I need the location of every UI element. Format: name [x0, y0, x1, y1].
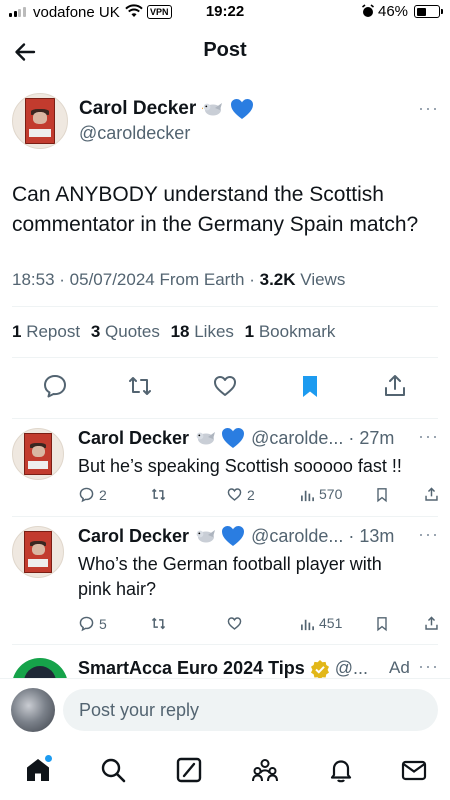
reply-author-name[interactable]: Carol Decker [78, 428, 189, 449]
quotes-stat[interactable]: 3 Quotes [91, 322, 160, 341]
search-icon[interactable] [99, 756, 127, 784]
bookmark-icon[interactable] [296, 372, 324, 400]
blue-heart-icon [222, 428, 245, 448]
status-bar: vodafone UK VPN 19:22 46% [0, 0, 450, 26]
reposts-stat[interactable]: 1 Repost [12, 322, 80, 341]
repost-icon [151, 488, 166, 501]
analytics-icon [301, 619, 314, 630]
battery-icon [414, 5, 443, 18]
separator-dot: · [343, 427, 360, 448]
like-count[interactable] [226, 615, 247, 632]
advertiser-handle[interactable]: @... [335, 658, 368, 678]
dove-emoji-icon [196, 530, 216, 543]
views-label: Views [300, 270, 346, 289]
reply-input[interactable] [63, 689, 438, 731]
dove-emoji-icon [202, 103, 223, 116]
share-icon[interactable] [423, 486, 440, 503]
battery-percent: 46% [378, 3, 409, 20]
avatar[interactable] [12, 526, 64, 578]
reply-icon[interactable] [41, 372, 69, 400]
reply-actions: 5 451 [78, 615, 443, 635]
post-action-bar [0, 372, 450, 402]
bookmark-icon[interactable] [374, 486, 390, 503]
share-icon[interactable] [381, 372, 409, 400]
share-icon[interactable] [423, 615, 440, 632]
more-options-icon[interactable]: ··· [418, 524, 439, 545]
reply-composer [0, 678, 450, 744]
page-title: Post [203, 39, 247, 61]
post-source: From Earth [159, 270, 245, 289]
promoted-tweet[interactable]: SmartAcca Euro 2024 Tips @... Ad ··· [0, 652, 450, 678]
reply-author-handle[interactable]: @carolde... [251, 526, 343, 547]
notifications-icon[interactable] [327, 756, 355, 784]
more-options-icon[interactable]: ··· [418, 656, 439, 677]
dove-emoji-icon [196, 432, 216, 445]
blue-heart-icon [231, 99, 254, 119]
advertiser-header: SmartAcca Euro 2024 Tips @... [78, 658, 368, 678]
post-date: 05/07/2024 [69, 270, 155, 289]
reply-tweet[interactable]: Carol Decker @carolde... · 13m ··· Who’s… [0, 516, 450, 644]
post-meta: 18:53 · 05/07/2024 From Earth · 3.2K Vie… [12, 270, 346, 289]
reply-count[interactable]: 2 [78, 486, 107, 503]
analytics-icon [301, 490, 314, 501]
reply-icon [79, 487, 94, 503]
post-text: Can ANYBODY understand the Scottish comm… [12, 183, 419, 236]
engagement-stats: 1 Repost 3 Quotes 18 Likes 1 Bookmark [12, 322, 341, 342]
like-count[interactable]: 2 [226, 486, 255, 503]
divider [12, 644, 438, 645]
views-count: 3.2K [259, 270, 296, 289]
reply-author-handle[interactable]: @carolde... [251, 428, 343, 449]
view-count[interactable]: 570 [300, 486, 342, 502]
advertiser-logo[interactable] [12, 658, 68, 678]
repost-count[interactable] [150, 615, 171, 632]
home-notification-dot [45, 755, 52, 762]
post-time: 18:53 [12, 270, 55, 289]
advertiser-name[interactable]: SmartAcca Euro 2024 Tips [78, 658, 305, 678]
bookmarks-stat[interactable]: 1 Bookmark [245, 322, 336, 341]
reply-actions: 2 2 570 [78, 486, 443, 506]
reply-age: 13m [359, 525, 395, 546]
reply-header: Carol Decker @carolde... · 13m [78, 525, 394, 547]
reply-count[interactable]: 5 [78, 615, 107, 632]
author-name-text: Carol Decker [79, 98, 197, 119]
reply-text: Who’s the German football player with pi… [78, 554, 382, 599]
author-name[interactable]: Carol Decker [79, 98, 254, 120]
divider [12, 357, 438, 358]
separator-dot: · [343, 525, 360, 546]
reply-author-name[interactable]: Carol Decker [78, 526, 189, 547]
divider [12, 306, 438, 307]
reply-age: 27m [359, 427, 395, 448]
top-bar: Post [0, 26, 450, 78]
repost-count[interactable] [150, 486, 171, 503]
likes-stat[interactable]: 18 Likes [171, 322, 234, 341]
verified-badge-icon [310, 659, 329, 678]
reply-text: But he’s speaking Scottish sooooo fast !… [78, 456, 402, 476]
view-count[interactable]: 451 [300, 615, 342, 631]
grok-icon[interactable] [175, 756, 203, 784]
reply-header: Carol Decker @carolde... · 27m [78, 427, 394, 449]
more-options-icon[interactable]: ··· [418, 98, 439, 119]
current-user-avatar[interactable] [11, 688, 55, 732]
like-icon[interactable] [211, 372, 239, 400]
more-options-icon[interactable]: ··· [418, 426, 439, 447]
avatar[interactable] [12, 93, 68, 149]
like-icon [227, 488, 242, 501]
ad-label: Ad [389, 658, 410, 677]
like-icon [227, 617, 242, 630]
blue-heart-icon [222, 526, 245, 546]
communities-icon[interactable] [251, 756, 279, 784]
avatar[interactable] [12, 428, 64, 480]
reply-icon [79, 616, 94, 632]
author-handle[interactable]: @caroldecker [79, 123, 190, 144]
repost-icon[interactable] [126, 372, 154, 400]
messages-icon[interactable] [400, 756, 428, 784]
repost-icon [151, 617, 166, 630]
bottom-tab-bar [0, 744, 450, 800]
reply-tweet[interactable]: Carol Decker @carolde... · 27m ··· But h… [0, 418, 450, 516]
alarm-icon [362, 4, 374, 17]
bookmark-icon[interactable] [374, 615, 390, 632]
